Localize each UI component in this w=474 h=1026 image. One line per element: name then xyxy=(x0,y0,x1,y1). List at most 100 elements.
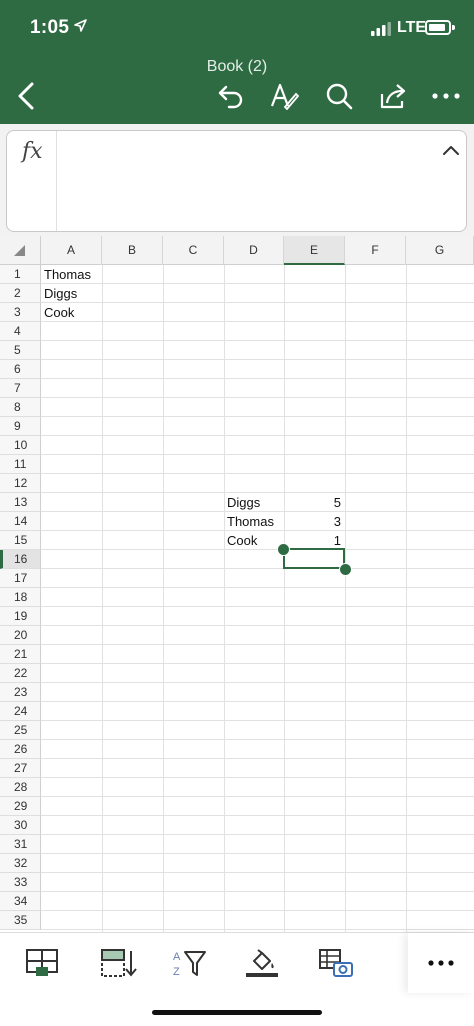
row-header-10[interactable]: 10 xyxy=(0,436,41,455)
fill-color-button[interactable] xyxy=(240,941,284,985)
row-header-7[interactable]: 7 xyxy=(0,379,41,398)
selection-handle-bottom-right[interactable] xyxy=(339,563,352,576)
column-gridline xyxy=(284,265,285,932)
cell-a2[interactable]: Diggs xyxy=(44,284,77,303)
search-icon xyxy=(326,83,353,110)
table-camera-button[interactable] xyxy=(314,941,358,985)
excel-app: 1:05 LTE Book (2) fx A B C D E F G 1 2 3… xyxy=(0,0,474,1026)
undo-icon xyxy=(218,85,243,109)
row-header-26[interactable]: 26 xyxy=(0,740,41,759)
row-header-1[interactable]: 1 xyxy=(0,265,41,284)
row-header-31[interactable]: 31 xyxy=(0,835,41,854)
row-header-4[interactable]: 4 xyxy=(0,322,41,341)
share-icon xyxy=(380,84,406,109)
row-gridline xyxy=(41,682,474,683)
row-header-5[interactable]: 5 xyxy=(0,341,41,360)
svg-text:Z: Z xyxy=(173,966,180,978)
column-header-e[interactable]: E xyxy=(284,236,345,265)
cell-a1[interactable]: Thomas xyxy=(44,265,91,284)
column-header-c[interactable]: C xyxy=(163,236,224,265)
search-button[interactable] xyxy=(323,80,355,112)
more-tools-button[interactable] xyxy=(408,933,474,993)
location-arrow-icon xyxy=(74,19,87,32)
cell-a3[interactable]: Cook xyxy=(44,303,74,322)
row-header-16[interactable]: 16 xyxy=(0,550,41,569)
row-header-29[interactable]: 29 xyxy=(0,797,41,816)
cell-d13[interactable]: Diggs xyxy=(227,493,260,512)
row-header-33[interactable]: 33 xyxy=(0,873,41,892)
row-header-6[interactable]: 6 xyxy=(0,360,41,379)
row-header-17[interactable]: 17 xyxy=(0,569,41,588)
row-header-14[interactable]: 14 xyxy=(0,512,41,531)
row-gridline xyxy=(41,416,474,417)
cell-d14[interactable]: Thomas xyxy=(227,512,274,531)
insert-table-button[interactable] xyxy=(20,941,64,985)
row-gridline xyxy=(41,587,474,588)
workbook-title[interactable]: Book (2) xyxy=(0,58,474,76)
row-header-12[interactable]: 12 xyxy=(0,474,41,493)
row-gridline xyxy=(41,663,474,664)
row-header-22[interactable]: 22 xyxy=(0,664,41,683)
cell-e14[interactable]: 3 xyxy=(284,512,341,531)
column-header-b[interactable]: B xyxy=(102,236,163,265)
column-header-f[interactable]: F xyxy=(345,236,406,265)
row-header-8[interactable]: 8 xyxy=(0,398,41,417)
chevron-left-icon xyxy=(18,82,34,110)
column-gridline xyxy=(163,265,164,932)
row-header-24[interactable]: 24 xyxy=(0,702,41,721)
row-gridline xyxy=(41,378,474,379)
sort-filter-icon: A Z xyxy=(173,951,206,978)
row-header-11[interactable]: 11 xyxy=(0,455,41,474)
column-gridline xyxy=(406,265,407,932)
row-header-13[interactable]: 13 xyxy=(0,493,41,512)
row-header-3[interactable]: 3 xyxy=(0,303,41,322)
status-time: 1:05 xyxy=(30,17,70,38)
column-header-a[interactable]: A xyxy=(41,236,102,265)
row-header-25[interactable]: 25 xyxy=(0,721,41,740)
row-gridline xyxy=(41,625,474,626)
row-header-27[interactable]: 27 xyxy=(0,759,41,778)
row-header-34[interactable]: 34 xyxy=(0,892,41,911)
cell-e13[interactable]: 5 xyxy=(284,493,341,512)
row-gridline xyxy=(41,758,474,759)
row-header-35[interactable]: 35 xyxy=(0,911,41,930)
font-format-button[interactable] xyxy=(268,80,300,112)
sort-filter-button[interactable]: A Z xyxy=(166,941,210,985)
selection-handle-top-left[interactable] xyxy=(277,543,290,556)
home-indicator xyxy=(152,1010,322,1015)
row-header-32[interactable]: 32 xyxy=(0,854,41,873)
more-options-button[interactable] xyxy=(430,80,462,112)
spreadsheet-grid[interactable]: A B C D E F G 1 2 3 4 5 6 7 8 9 10 11 12 13 14 15 16 17 18 19 20 21… xyxy=(0,236,474,932)
more-dots-icon xyxy=(432,93,460,99)
back-button[interactable] xyxy=(10,80,42,112)
share-button[interactable] xyxy=(377,80,409,112)
row-header-28[interactable]: 28 xyxy=(0,778,41,797)
row-header-23[interactable]: 23 xyxy=(0,683,41,702)
row-header-21[interactable]: 21 xyxy=(0,645,41,664)
cell-d15[interactable]: Cook xyxy=(227,531,257,550)
formula-input-box[interactable]: fx xyxy=(6,130,467,232)
row-header-19[interactable]: 19 xyxy=(0,607,41,626)
row-header-30[interactable]: 30 xyxy=(0,816,41,835)
column-header-g[interactable]: G xyxy=(406,236,474,265)
row-gridline xyxy=(41,853,474,854)
row-gridline xyxy=(41,929,474,930)
row-header-20[interactable]: 20 xyxy=(0,626,41,645)
row-gridline xyxy=(41,302,474,303)
row-header-9[interactable]: 9 xyxy=(0,417,41,436)
row-header-2[interactable]: 2 xyxy=(0,284,41,303)
row-gridline xyxy=(41,473,474,474)
row-header-15[interactable]: 15 xyxy=(0,531,41,550)
undo-button[interactable] xyxy=(215,80,247,112)
selected-cell-border[interactable] xyxy=(283,548,345,569)
column-header-d[interactable]: D xyxy=(224,236,284,265)
battery-tip xyxy=(452,25,455,30)
chevron-up-icon[interactable] xyxy=(441,143,461,157)
select-all-corner[interactable] xyxy=(0,236,41,265)
row-gridline xyxy=(41,872,474,873)
column-gridline xyxy=(102,265,103,932)
row-header-18[interactable]: 18 xyxy=(0,588,41,607)
row-gridline xyxy=(41,701,474,702)
freeze-panes-button[interactable] xyxy=(96,941,140,985)
select-all-triangle-icon xyxy=(14,245,25,256)
